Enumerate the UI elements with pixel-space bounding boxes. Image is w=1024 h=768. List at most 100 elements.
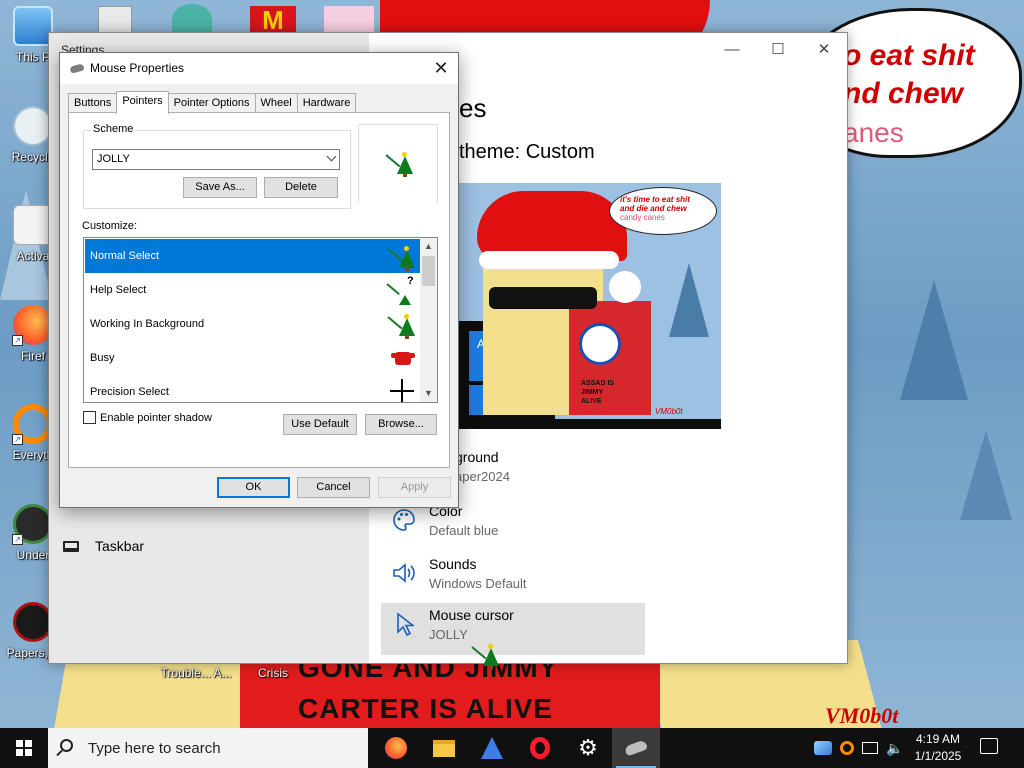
preview-bubble-line: it's time to eat shit — [620, 195, 690, 204]
settings-item-mouse-cursor[interactable]: Mouse cursor JOLLY — [381, 603, 645, 669]
page-title: es — [459, 93, 487, 123]
preview-hat-trim — [479, 251, 619, 269]
scheme-dropdown[interactable]: JOLLY — [92, 149, 340, 170]
settings-nav-item-taskbar[interactable]: Taskbar — [63, 538, 144, 554]
close-button[interactable]: ✕ — [801, 33, 847, 65]
preview-sunglasses — [489, 287, 597, 309]
customize-label: Customize: — [82, 220, 138, 232]
scroll-up-icon[interactable]: ▲ — [420, 238, 437, 255]
apply-button[interactable]: Apply — [378, 477, 451, 498]
file-explorer-icon — [433, 739, 455, 757]
taskbar-search-box[interactable]: Type here to search — [48, 728, 368, 768]
notifications-icon[interactable] — [980, 738, 998, 754]
cursor-icon — [391, 611, 417, 637]
scheme-group: Scheme JOLLY Save As... Delete — [83, 123, 351, 209]
settings-item-subtitle: Default blue — [429, 523, 499, 538]
wallpaper-bubble-line: anes — [843, 117, 904, 148]
preview-shirt-text: ASSAD IS JIMMY ALIVE — [581, 380, 615, 405]
computer-icon — [13, 6, 53, 46]
preview-signature: VM0b0t — [655, 407, 683, 416]
settings-item-title: Mouse cursor — [429, 607, 514, 623]
settings-item-sounds[interactable]: Sounds Windows Default — [381, 552, 645, 604]
taskbar-app-bluestacks[interactable] — [468, 728, 516, 768]
tab-hardware[interactable]: Hardware — [296, 93, 357, 113]
scroll-down-icon[interactable]: ▼ — [420, 385, 437, 402]
shortcut-arrow-icon: ↗ — [12, 534, 23, 545]
enable-pointer-shadow-option[interactable]: Enable pointer shadow — [83, 411, 212, 424]
clock-date: 1/1/2025 — [914, 749, 962, 763]
tab-pointers[interactable]: Pointers — [116, 91, 169, 114]
preview-badge — [579, 323, 621, 365]
taskbar: Type here to search ⚙ 🔈 4:19 AM 1/1/2025 — [0, 728, 1024, 768]
start-button[interactable] — [0, 728, 48, 768]
dialog-titlebar: Mouse Properties ✕ — [60, 53, 458, 84]
close-button[interactable]: ✕ — [424, 53, 458, 84]
crosshair-cursor-icon — [387, 377, 417, 402]
desktop-icon-top[interactable]: M — [250, 6, 296, 34]
wallpaper-signature: VM0b0t — [825, 703, 899, 728]
list-item-precision-select[interactable]: Precision Select — [85, 375, 421, 402]
list-item-normal-select[interactable]: Normal Select — [85, 239, 421, 273]
cursor-name: Normal Select — [90, 250, 160, 262]
taskbar-clock[interactable]: 4:19 AM 1/1/2025 — [906, 731, 970, 765]
wallpaper-tree — [900, 280, 968, 400]
network-icon[interactable] — [862, 742, 878, 754]
settings-item-subtitle: Windows Default — [429, 576, 527, 591]
desktop-icon-top[interactable] — [324, 6, 374, 34]
taskbar-app-settings[interactable]: ⚙ — [564, 728, 612, 768]
ok-button[interactable]: OK — [217, 477, 290, 498]
taskbar-app-mouse-properties[interactable] — [612, 728, 660, 768]
tab-pointer-options[interactable]: Pointer Options — [167, 93, 256, 113]
cancel-button[interactable]: Cancel — [297, 477, 370, 498]
cursor-name: Precision Select — [90, 386, 169, 398]
preview-hat-pompom — [609, 271, 641, 303]
volume-icon[interactable]: 🔈 — [886, 740, 903, 757]
tab-wheel[interactable]: Wheel — [254, 93, 298, 113]
cursor-list-scrollbar[interactable]: ▲ ▼ — [420, 238, 437, 402]
theme-preview: Aa ASSAD IS JIMMY ALIVE it's time to eat… — [459, 183, 721, 429]
opera-icon — [530, 737, 550, 759]
wallpaper-bubble-line: o eat shit — [843, 39, 975, 72]
taskbar-app-opera[interactable] — [516, 728, 564, 768]
desktop-icon-trouble[interactable]: Trouble... A... — [156, 666, 236, 680]
taskbar-app-firefox[interactable] — [372, 728, 420, 768]
settings-gear-icon: ⚙ — [578, 735, 598, 760]
taskbar-app-file-explorer[interactable] — [420, 728, 468, 768]
cursor-name: Help Select — [90, 284, 147, 296]
list-item-working-in-background[interactable]: Working In Background — [85, 307, 421, 341]
settings-item-title: ground — [455, 449, 499, 465]
tab-buttons[interactable]: Buttons — [68, 93, 118, 113]
wallpaper-bubble-line: nd chew — [843, 77, 964, 110]
window-controls: — ☐ ✕ — [709, 33, 847, 65]
firefox-icon — [385, 737, 407, 759]
mouse-properties-dialog[interactable]: Mouse Properties ✕ Buttons Pointers Poin… — [59, 52, 459, 508]
wallpaper-shirt-text: CARTER IS ALIVE — [298, 693, 554, 724]
delete-button[interactable]: Delete — [264, 177, 338, 198]
preview-bubble-line: candy canes — [620, 213, 665, 222]
desktop-icon-top[interactable] — [172, 4, 212, 34]
enable-pointer-shadow-checkbox[interactable] — [83, 411, 96, 424]
minimize-button[interactable]: — — [709, 33, 755, 65]
save-as-button[interactable]: Save As... — [183, 177, 257, 198]
settings-item-subtitle: JOLLY — [429, 627, 468, 642]
list-item-busy[interactable]: Busy — [85, 341, 421, 375]
people-icon[interactable] — [814, 741, 832, 755]
search-everything-icon[interactable] — [840, 741, 854, 755]
settings-nav-item-label: Taskbar — [95, 538, 145, 554]
papers-please-icon — [13, 602, 53, 642]
palette-icon — [391, 507, 417, 533]
tree-cursor-icon — [385, 147, 415, 177]
desktop-icon-crisis[interactable]: Crisis — [240, 666, 306, 680]
enable-pointer-shadow-label: Enable pointer shadow — [100, 411, 212, 424]
cursor-list[interactable]: Normal Select Help Select ? Working In B… — [83, 237, 438, 403]
scrollbar-thumb[interactable] — [422, 256, 435, 286]
system-tray: 🔈 — [814, 728, 903, 768]
browse-button[interactable]: Browse... — [365, 414, 437, 435]
taskbar-icon — [63, 540, 79, 552]
desktop-icon-top[interactable] — [98, 6, 132, 34]
use-default-button[interactable]: Use Default — [283, 414, 357, 435]
pointers-tab-panel: Scheme JOLLY Save As... Delete Customize… — [68, 112, 450, 468]
maximize-button[interactable]: ☐ — [755, 33, 801, 65]
chevron-down-icon — [326, 151, 337, 162]
list-item-help-select[interactable]: Help Select ? — [85, 273, 421, 307]
